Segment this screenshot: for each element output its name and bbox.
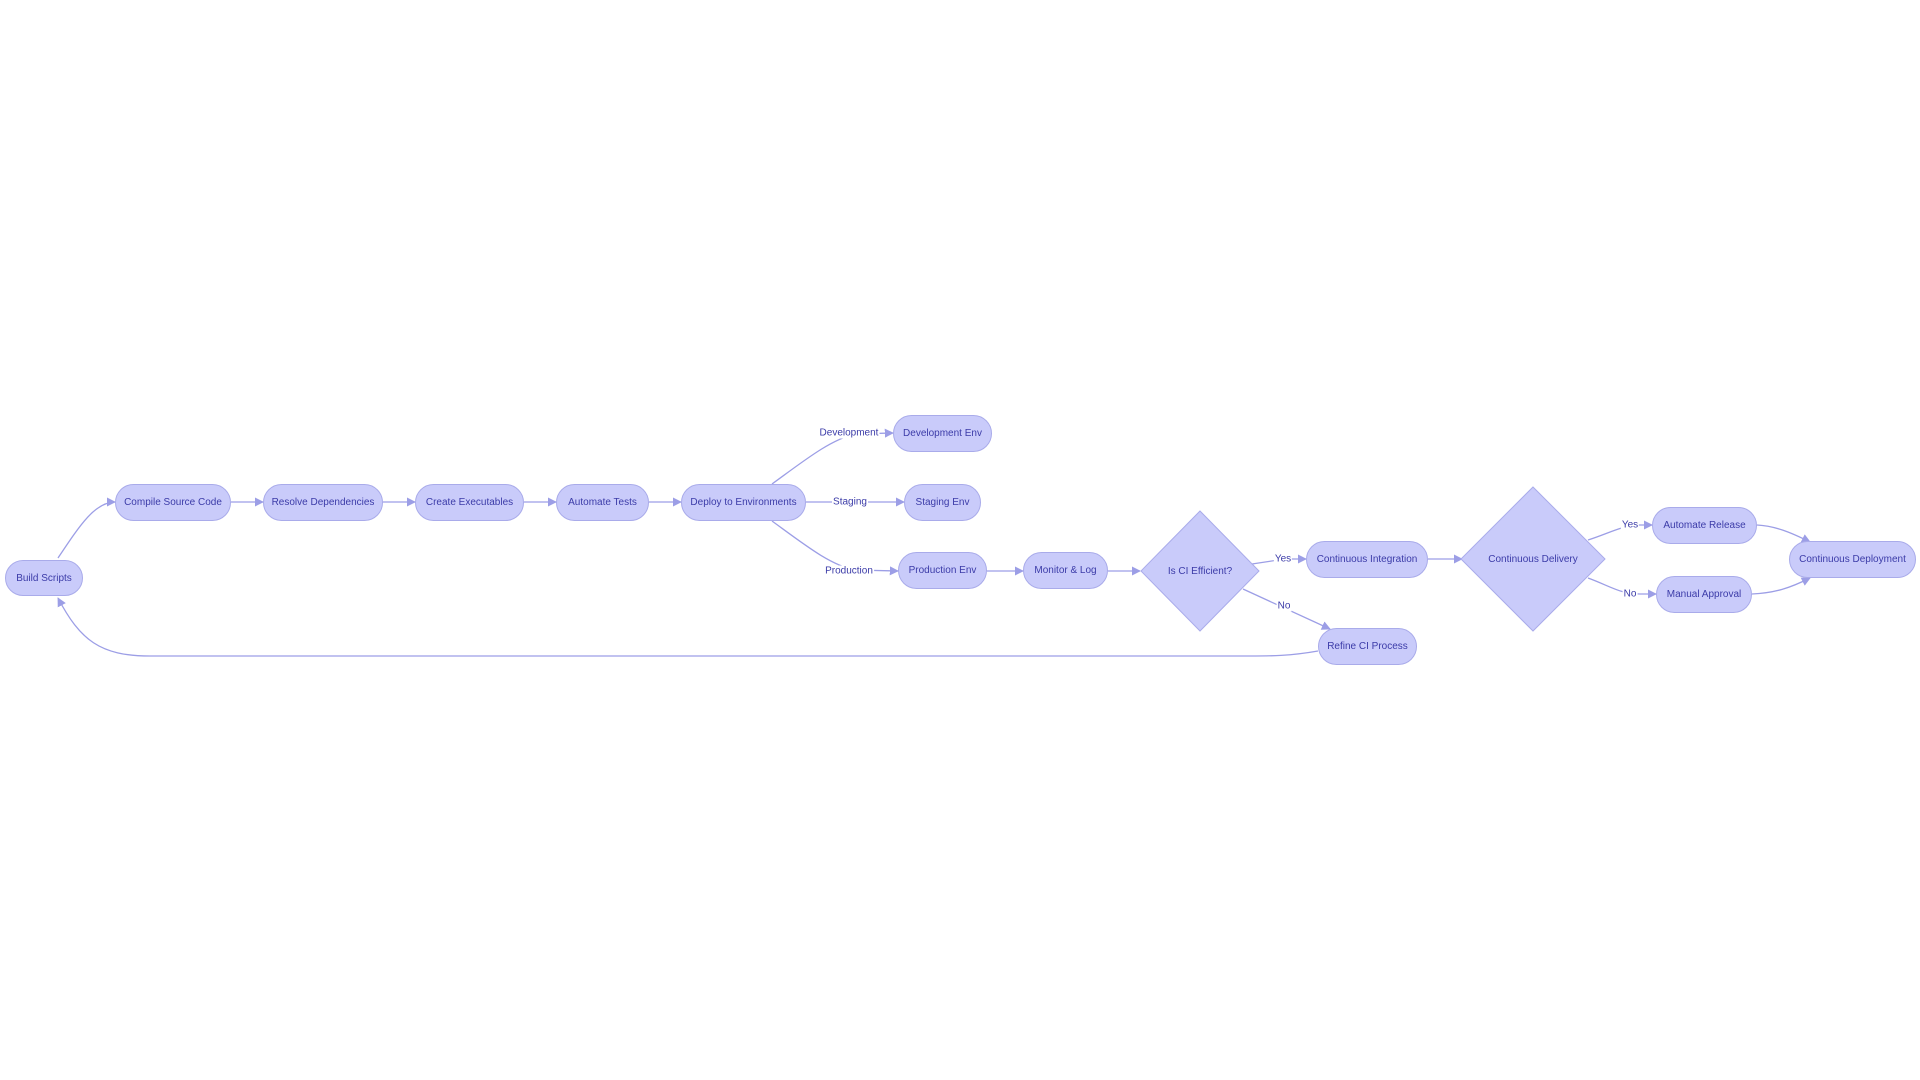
edge-label-staging: Staging xyxy=(832,496,868,508)
edge-label-production: Production xyxy=(824,565,874,577)
node-development-env[interactable]: Development Env xyxy=(893,415,992,452)
edge-release-to-deployment xyxy=(1756,524,1811,543)
node-refine-ci-process[interactable]: Refine CI Process xyxy=(1318,628,1417,665)
node-automate-release[interactable]: Automate Release xyxy=(1652,507,1757,544)
edge-label-ci-yes: Yes xyxy=(1273,553,1293,565)
node-compile-source-code[interactable]: Compile Source Code xyxy=(115,484,231,521)
edge-label-development: Development xyxy=(818,427,880,439)
node-automate-tests[interactable]: Automate Tests xyxy=(556,484,649,521)
edges-layer xyxy=(57,428,1811,657)
edge-refine-to-build xyxy=(57,597,1319,657)
node-monitor-log[interactable]: Monitor & Log xyxy=(1023,552,1108,589)
node-manual-approval[interactable]: Manual Approval xyxy=(1656,576,1752,613)
node-continuous-integration[interactable]: Continuous Integration xyxy=(1306,541,1428,578)
node-is-ci-efficient[interactable]: Is CI Efficient? xyxy=(1150,560,1250,582)
edge-label-cd-no: No xyxy=(1622,588,1638,600)
edge-label-ci-no: No xyxy=(1276,600,1292,612)
edge-deploy-to-production xyxy=(771,520,899,576)
edge-approval-to-deployment xyxy=(1751,577,1811,595)
node-deploy-to-environments[interactable]: Deploy to Environments xyxy=(681,484,806,521)
node-build-scripts[interactable]: Build Scripts xyxy=(5,560,83,596)
node-resolve-dependencies[interactable]: Resolve Dependencies xyxy=(263,484,383,521)
node-staging-env[interactable]: Staging Env xyxy=(904,484,981,521)
edge-deploy-to-development xyxy=(771,428,894,485)
flowchart-canvas: Build Scripts Compile Source Code Resolv… xyxy=(0,0,1920,1080)
edge-build-to-compile xyxy=(57,497,116,559)
node-create-executables[interactable]: Create Executables xyxy=(415,484,524,521)
node-production-env[interactable]: Production Env xyxy=(898,552,987,589)
node-continuous-deployment[interactable]: Continuous Deployment xyxy=(1789,541,1916,578)
node-continuous-delivery[interactable]: Continuous Delivery xyxy=(1473,548,1593,570)
edge-label-cd-yes: Yes xyxy=(1620,519,1640,531)
